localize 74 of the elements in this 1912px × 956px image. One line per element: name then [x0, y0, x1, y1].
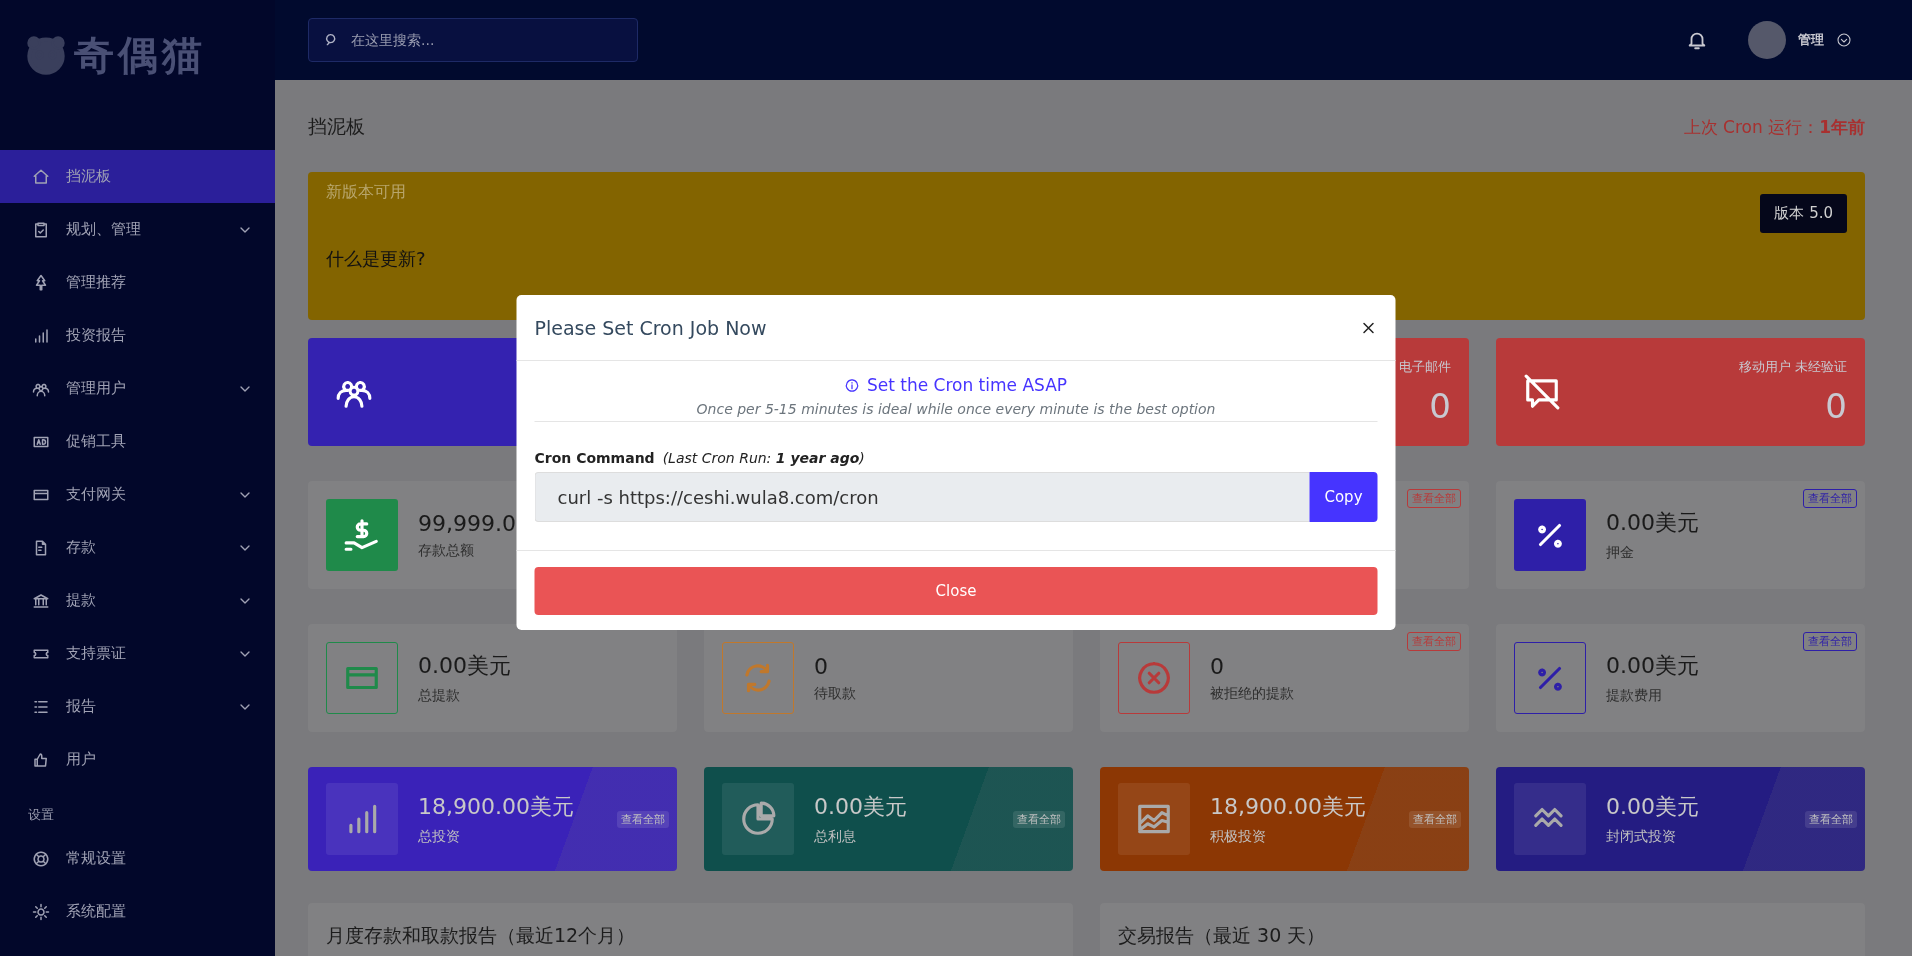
- stat-value: 0.00美元: [814, 793, 907, 821]
- sidebar-item[interactable]: 投资报告: [0, 309, 275, 362]
- stat-value: 0.00美元: [418, 652, 511, 680]
- stat-value: 0.00美元: [1606, 652, 1699, 680]
- sidebar-item[interactable]: 促销工具: [0, 415, 275, 468]
- sidebar-item[interactable]: 挡泥板: [0, 150, 275, 203]
- wave-icon: [1514, 783, 1586, 855]
- banner-text: 什么是更新?: [326, 247, 426, 271]
- stat-value: 0.00美元: [1606, 793, 1699, 821]
- stat-value: 0.00美元: [1606, 509, 1699, 537]
- stat-label: 存款总额: [418, 541, 475, 560]
- stat-label: 押金: [1606, 544, 1635, 562]
- stat-label: 封闭式投资: [1606, 828, 1677, 846]
- area-chart-icon: [1118, 783, 1190, 855]
- cron-status: 上次 Cron 运行：1年前: [1683, 115, 1865, 139]
- lifebuoy-icon: [32, 849, 50, 868]
- bar-chart-icon: [32, 326, 50, 345]
- stat-value: 0: [1429, 386, 1451, 426]
- sidebar-item[interactable]: 规划、管理: [0, 203, 275, 256]
- stat-value: 18,900.00美元: [1210, 793, 1366, 821]
- sidebar-item[interactable]: 用户: [0, 733, 275, 786]
- home-icon: [32, 167, 50, 186]
- bank-icon: [32, 591, 50, 610]
- notice-text: Set the Cron time ASAP: [866, 375, 1068, 395]
- dialog-title: Please Set Cron Job Now: [534, 316, 767, 339]
- stat-label: 总利息: [814, 828, 857, 846]
- sidebar-item[interactable]: 支付网关: [0, 468, 275, 521]
- sidebar-item[interactable]: 存款: [0, 521, 275, 574]
- bar-chart-icon: [326, 783, 398, 855]
- stat-label: 总投资: [418, 828, 461, 846]
- logo-text: 奇偶猫: [74, 30, 206, 80]
- sidebar-item[interactable]: 报告: [0, 680, 275, 733]
- banner-title: 新版本可用: [326, 182, 407, 203]
- last-run-text: (Last Cron Run: 1 year ago): [662, 450, 865, 466]
- report-title: 交易报告（最近 30 天）: [1118, 924, 1326, 946]
- sidebar-item[interactable]: 管理推荐: [0, 256, 275, 309]
- user-name[interactable]: 管理: [1798, 31, 1824, 49]
- sidebar-item[interactable]: 提款: [0, 574, 275, 627]
- chevron-circle-icon[interactable]: [1836, 32, 1852, 48]
- avatar[interactable]: [1748, 21, 1786, 59]
- thumbs-up-icon: [32, 750, 50, 769]
- sidebar-item[interactable]: 支持票证: [0, 627, 275, 680]
- sidebar-item[interactable]: 常规设置: [0, 832, 275, 885]
- copy-button[interactable]: Copy: [1309, 472, 1378, 522]
- view-all-link[interactable]: 查看全部: [1013, 810, 1065, 828]
- stat-label: 积极投资: [1210, 828, 1267, 846]
- clipboard-check-icon: [32, 220, 50, 239]
- stat-label: 提款费用: [1606, 687, 1663, 705]
- view-all-link[interactable]: 查看全部: [1805, 810, 1857, 828]
- pie-chart-icon: [722, 783, 794, 855]
- hint-text: Once per 5-15 minutes is ideal while once every minute is the best option: [534, 395, 1378, 422]
- sidebar-item[interactable]: 系统配置: [0, 885, 275, 938]
- search-field[interactable]: 在这里搜索...: [308, 18, 638, 62]
- info-icon: [844, 377, 860, 393]
- command-field[interactable]: curl -s https://ceshi.wula8.com/cron: [534, 472, 1310, 522]
- report-title: 月度存款和取款报告（最近12个月）: [326, 924, 636, 946]
- view-all-link[interactable]: 查看全部: [617, 810, 669, 828]
- stat-label: 被拒绝的提款: [1210, 684, 1294, 703]
- stat-label: 总提款: [418, 687, 461, 705]
- close-button[interactable]: Close: [534, 567, 1378, 615]
- stat-label: 待取款: [814, 684, 856, 703]
- stat-value: 0: [1825, 386, 1847, 426]
- stat-label: 电子邮件: [1399, 358, 1451, 376]
- sidebar-item[interactable]: 管理用户: [0, 362, 275, 415]
- stat-label: 移动用户 未经验证: [1738, 358, 1847, 376]
- stat-value: 99,999.0: [418, 510, 516, 536]
- section-title: 设置: [27, 806, 55, 824]
- version-button[interactable]: 版本 5.0: [1760, 194, 1847, 233]
- panda-logo-icon: [24, 33, 68, 77]
- stat-value: 18,900.00美元: [418, 793, 574, 821]
- page-title: 挡泥板: [308, 114, 365, 139]
- stat-value: 0: [1210, 653, 1225, 679]
- stat-value: 0: [814, 653, 829, 679]
- field-label: Cron Command: [534, 450, 655, 466]
